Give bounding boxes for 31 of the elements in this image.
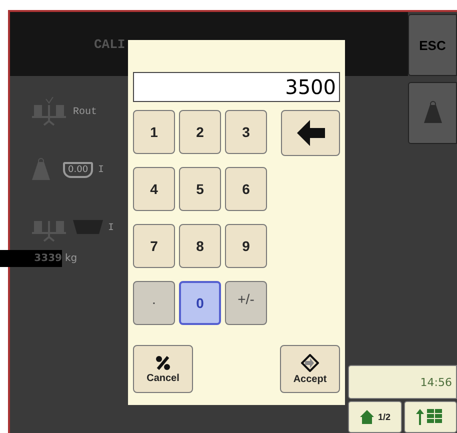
left-arrow-icon [296,120,324,146]
key-button[interactable]: 2 [179,110,221,154]
key-button[interactable]: 4 [133,167,175,211]
diamond-arrow-icon [301,354,319,372]
home-button[interactable]: 1/2 [348,401,402,433]
key-button[interactable]: 1 [133,110,175,154]
clock-text: 14:56 [348,365,457,399]
display-icon: 0.00 [63,162,94,178]
grid-button[interactable] [404,401,457,433]
row-label: I [98,164,104,176]
weight-icon [32,158,52,182]
weight-icon [424,101,442,125]
key-button[interactable]: 5 [179,167,221,211]
house-icon [358,409,375,425]
key-button[interactable]: 9 [225,224,267,268]
screen-title: CALI [94,36,126,52]
value-field[interactable]: 3500 [133,72,340,102]
row-label: I [108,222,114,234]
cancel-icon [155,354,171,370]
accept-button[interactable]: Accept [280,345,340,393]
backspace-button[interactable] [281,110,340,156]
key-button[interactable]: 8 [179,224,221,268]
weight-unit: kg [65,253,78,264]
weight-value: 3339 [0,250,62,267]
key-button[interactable]: 0 [179,281,221,325]
row-label: Rout [73,106,98,118]
key-button[interactable]: 7 [133,224,175,268]
key-button[interactable]: 6 [225,167,267,211]
scale-icon [32,97,68,127]
cancel-button[interactable]: Cancel [133,345,193,393]
key-button[interactable]: 3 [225,110,267,154]
